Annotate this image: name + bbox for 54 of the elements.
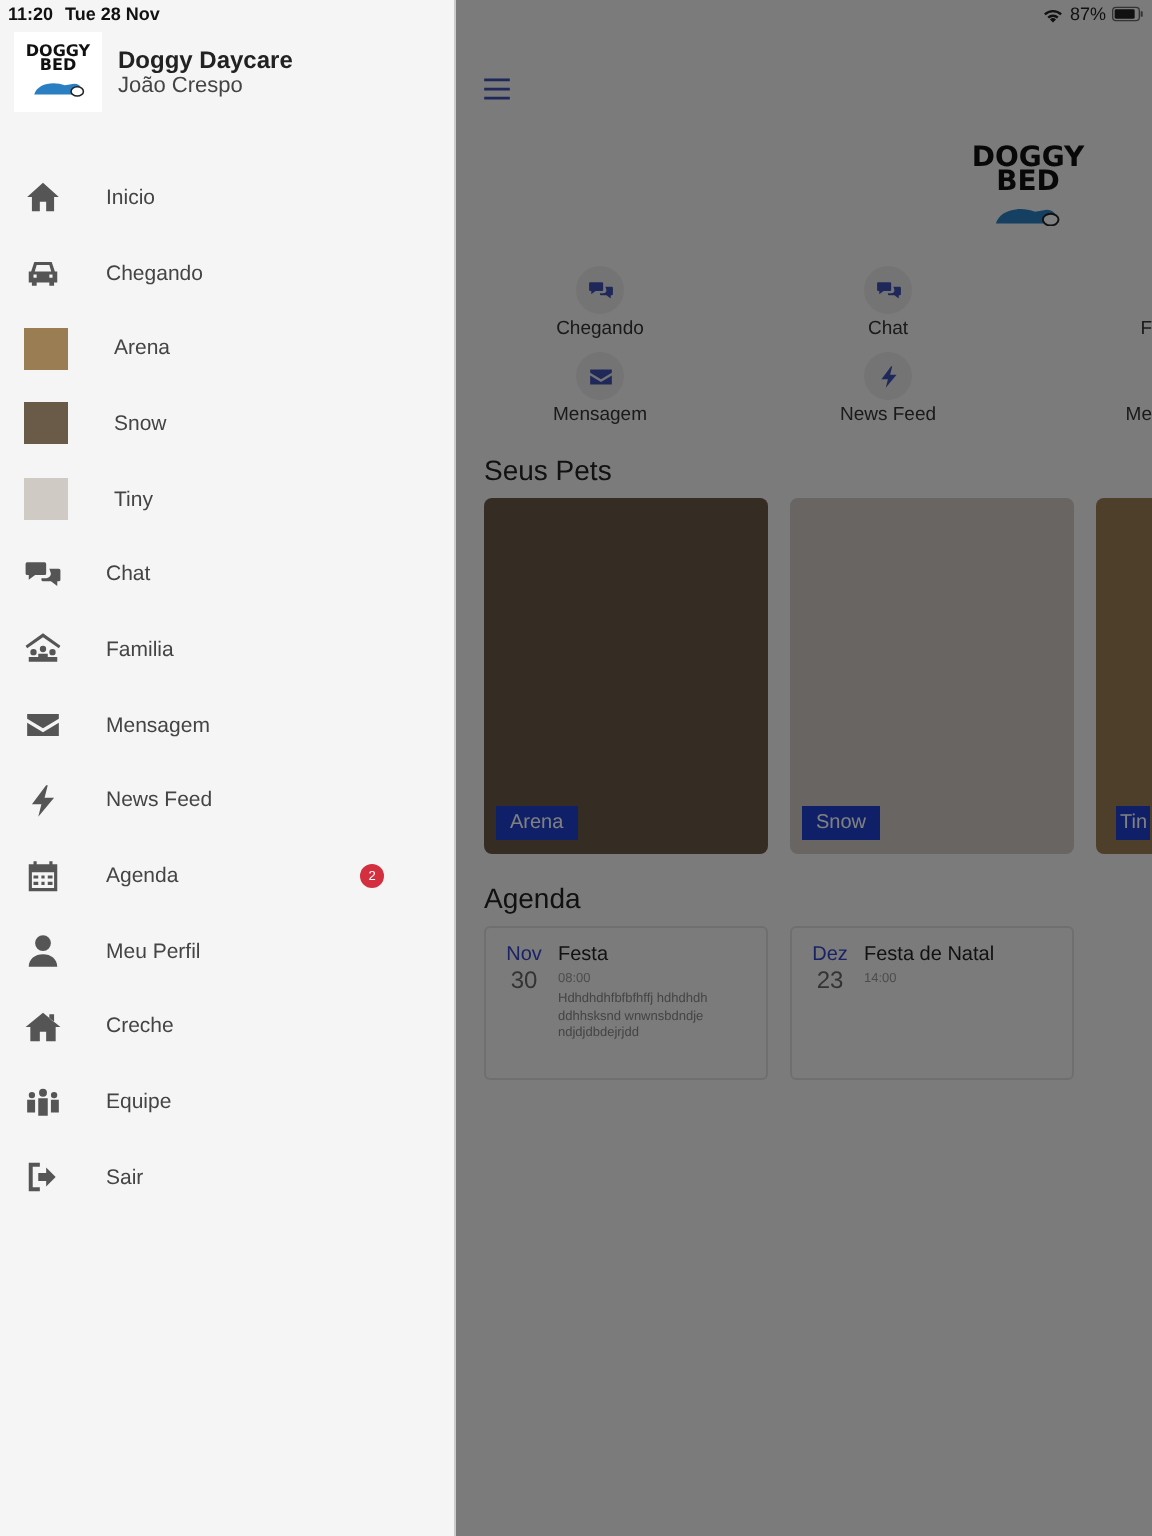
battery-icon: [1112, 6, 1144, 22]
shortcut-button[interactable]: F: [1060, 266, 1152, 341]
pet-photo-placeholder: [24, 327, 68, 370]
person-icon: [24, 932, 62, 971]
app-logo: DOGGY BED: [972, 148, 1084, 227]
chat-icon: [587, 277, 613, 304]
pet-name-tag: Snow: [802, 806, 881, 841]
home-icon: [24, 178, 62, 217]
app-title: Doggy Daycare: [118, 46, 293, 74]
menu-item[interactable]: Meu Perfil: [0, 913, 454, 990]
menu-item[interactable]: Creche: [0, 989, 454, 1065]
event-title: Festa de Natal: [864, 944, 995, 967]
menu-item[interactable]: Familia: [0, 612, 454, 688]
shortcut-button[interactable]: Chat: [716, 266, 1060, 341]
pet-name-tag: Tin: [1116, 806, 1150, 841]
status-date: Tue 28 Nov: [65, 4, 160, 28]
status-time: 11:20: [8, 4, 54, 28]
mail-icon: [587, 363, 613, 390]
user-name: João Crespo: [118, 74, 245, 98]
menu-icon[interactable]: [484, 78, 510, 100]
event-title: Festa: [558, 944, 611, 967]
pet-card[interactable]: Arena: [484, 498, 768, 855]
wifi-icon: [1041, 5, 1064, 23]
menu-item[interactable]: News Feed: [0, 763, 454, 839]
menu-item[interactable]: Mensagem: [0, 687, 454, 763]
section-title: Agenda: [484, 882, 583, 915]
shortcut-button[interactable]: Me: [1060, 352, 1152, 427]
menu-item[interactable]: Chat: [0, 536, 454, 613]
shortcut-button[interactable]: Chegando: [484, 266, 716, 341]
menu-item[interactable]: Arena: [0, 310, 454, 387]
event-month: Nov: [506, 944, 542, 967]
app-logo: DOGGY BED: [14, 32, 102, 112]
menu-item[interactable]: Tiny: [0, 461, 454, 537]
menu-item[interactable]: Chegando: [0, 235, 454, 311]
menu-item[interactable]: Snow: [0, 386, 454, 462]
chat-icon: [875, 277, 901, 304]
section-title: Seus Pets: [484, 454, 614, 487]
event-month: Dez: [812, 944, 848, 967]
menu-item[interactable]: Inicio: [0, 160, 454, 236]
pet-photo-placeholder: [24, 478, 68, 521]
pet-name-tag: Arena: [496, 806, 578, 841]
battery-percent: 87%: [1069, 4, 1106, 24]
menu-item[interactable]: Sair: [0, 1139, 454, 1216]
pet-photo-placeholder: [24, 402, 68, 445]
shortcut-button[interactable]: Mensagem: [484, 352, 716, 427]
calendar-icon: [24, 857, 62, 896]
house-icon: [24, 1007, 62, 1046]
pet-card[interactable]: Snow: [790, 498, 1074, 855]
menu-item[interactable]: Equipe: [0, 1064, 454, 1140]
shortcut-button[interactable]: News Feed: [716, 352, 1060, 427]
group-icon: [24, 1083, 62, 1122]
event-day: 30: [510, 966, 538, 995]
event-day: 23: [816, 966, 844, 995]
pet-card[interactable]: Tin: [1096, 498, 1152, 855]
